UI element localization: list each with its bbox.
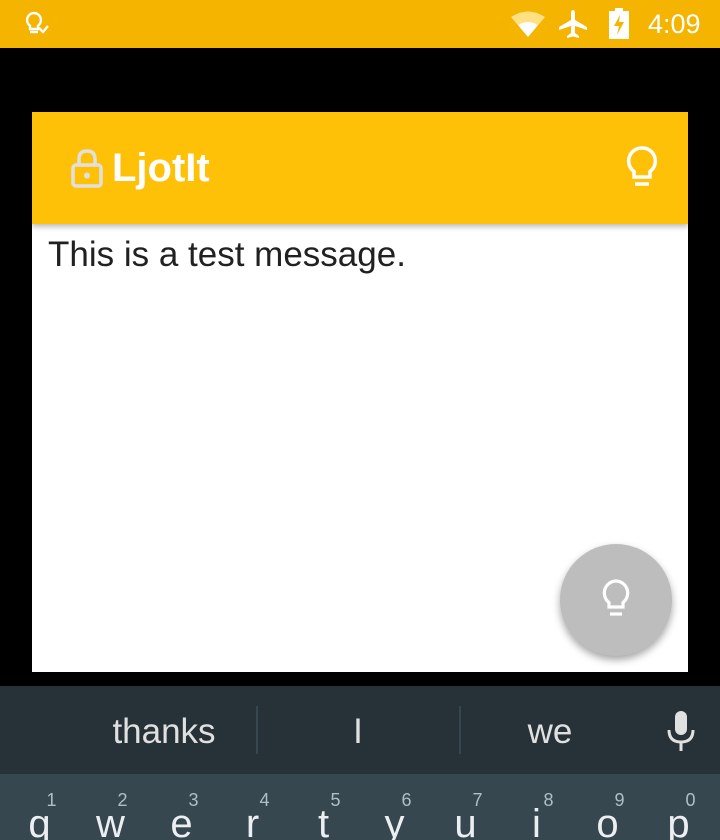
key-q[interactable]: 1 q — [4, 774, 75, 840]
keyboard-top-row: 1 q 2 w 3 e 4 r 5 t 6 y 7 u 8 i 9 o 0 p — [0, 774, 720, 840]
message-text[interactable]: This is a test message. — [48, 232, 672, 278]
key-r[interactable]: 4 r — [217, 774, 288, 840]
key-letter: q — [28, 802, 51, 840]
key-letter: o — [596, 802, 619, 840]
key-letter: w — [96, 802, 125, 840]
key-t[interactable]: 5 t — [288, 774, 359, 840]
key-o[interactable]: 9 o — [572, 774, 643, 840]
key-letter: t — [317, 802, 330, 840]
lightbulb-icon — [602, 579, 630, 616]
status-bar: 4:09 — [0, 0, 720, 48]
suggestion-2[interactable]: I — [258, 686, 458, 774]
suggestion-strip: thanks I we — [0, 686, 720, 774]
key-letter: r — [245, 802, 260, 840]
key-w[interactable]: 2 w — [75, 774, 146, 840]
wifi-icon — [511, 11, 545, 37]
app-title: LjotIt — [112, 146, 210, 190]
key-e[interactable]: 3 e — [146, 774, 217, 840]
status-clock: 4:09 — [648, 9, 701, 39]
microphone-icon[interactable] — [666, 710, 696, 752]
suggestion-1[interactable]: thanks — [64, 686, 264, 774]
lightbulb-icon[interactable] — [620, 144, 664, 192]
dialog-header: LjotIt — [32, 112, 688, 224]
lightbulb-fab-button[interactable] — [560, 544, 672, 656]
key-letter: i — [532, 802, 541, 840]
key-letter: y — [384, 802, 405, 840]
key-i[interactable]: 8 i — [501, 774, 572, 840]
key-u[interactable]: 7 u — [430, 774, 501, 840]
lightbulb-notification-icon — [25, 11, 49, 34]
battery-charging-icon — [609, 8, 629, 39]
suggestion-3[interactable]: we — [460, 686, 640, 774]
screen: 4:09 LjotIt This is a test message. than… — [0, 0, 720, 840]
key-letter: e — [170, 802, 193, 840]
key-y[interactable]: 6 y — [359, 774, 430, 840]
key-p[interactable]: 0 p — [643, 774, 714, 840]
airplane-mode-icon — [559, 10, 587, 38]
key-letter: u — [454, 802, 477, 840]
lock-icon — [71, 149, 103, 188]
key-letter: p — [667, 802, 690, 840]
